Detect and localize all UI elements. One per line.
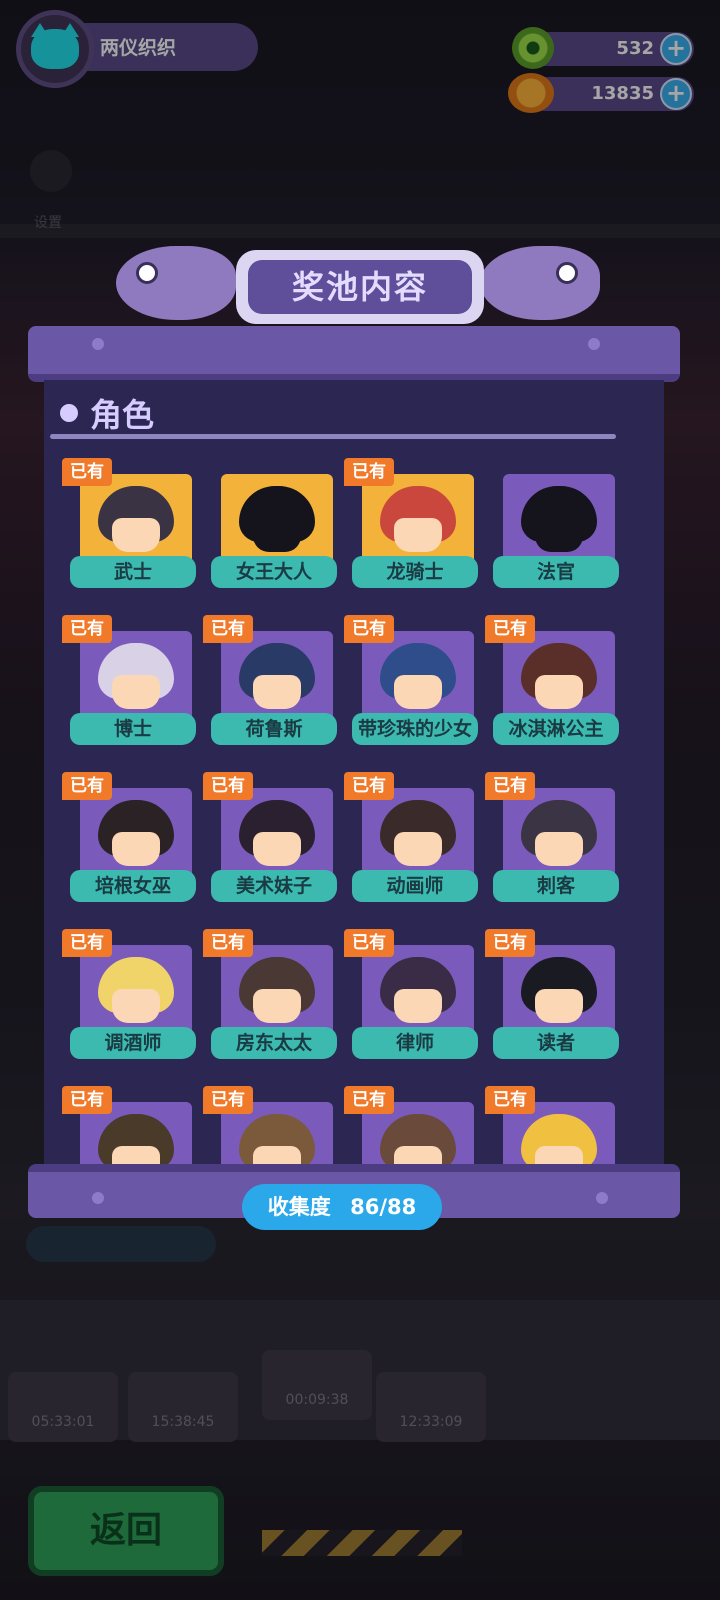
owned-badge: 已有 <box>62 458 112 486</box>
modal-title-ribbon: 奖池内容 <box>236 250 484 324</box>
character-name: 带珍珠的少女 <box>352 713 478 745</box>
character-face-icon <box>535 832 583 866</box>
section-title: 角色 <box>90 396 155 434</box>
character-face-icon <box>112 989 160 1023</box>
owned-badge: 已有 <box>62 929 112 957</box>
character-face-icon <box>535 989 583 1023</box>
fish-eye-icon <box>136 262 158 284</box>
owned-badge: 已有 <box>485 772 535 800</box>
character-face-icon <box>535 518 583 552</box>
character-card[interactable]: 培根女巫 已有 <box>62 772 196 902</box>
character-face-icon <box>253 675 301 709</box>
character-face-icon <box>253 832 301 866</box>
section-divider <box>50 434 616 439</box>
character-name: 动画师 <box>352 870 478 902</box>
owned-badge: 已有 <box>344 929 394 957</box>
character-card[interactable]: 房东太太 已有 <box>203 929 337 1059</box>
character-card[interactable]: 读者 已有 <box>485 929 619 1059</box>
character-name: 武士 <box>70 556 196 588</box>
fish-decoration-icon <box>116 246 236 320</box>
owned-badge: 已有 <box>485 929 535 957</box>
character-face-icon <box>394 832 442 866</box>
character-name: 房东太太 <box>211 1027 337 1059</box>
character-card[interactable]: 博士 已有 <box>62 615 196 745</box>
character-name: 调酒师 <box>70 1027 196 1059</box>
bolt-icon <box>92 338 104 350</box>
bolt-icon <box>596 1192 608 1204</box>
owned-badge: 已有 <box>344 615 394 643</box>
owned-badge: 已有 <box>344 458 394 486</box>
owned-badge: 已有 <box>485 1086 535 1114</box>
character-face-icon <box>394 675 442 709</box>
character-face-icon <box>112 675 160 709</box>
character-card[interactable]: 美术妹子 已有 <box>203 772 337 902</box>
owned-badge: 已有 <box>203 1086 253 1114</box>
character-card[interactable]: 调酒师 已有 <box>62 929 196 1059</box>
owned-badge: 已有 <box>344 1086 394 1114</box>
character-face-icon <box>535 675 583 709</box>
character-face-icon <box>112 518 160 552</box>
character-card[interactable]: 女王大人 <box>211 464 337 588</box>
character-face-icon <box>112 832 160 866</box>
character-card[interactable]: 冰淇淋公主 已有 <box>485 615 619 745</box>
bolt-icon <box>92 1192 104 1204</box>
character-name: 博士 <box>70 713 196 745</box>
owned-badge: 已有 <box>203 929 253 957</box>
fish-eye-icon <box>556 262 578 284</box>
character-face-icon <box>253 989 301 1023</box>
character-name: 培根女巫 <box>70 870 196 902</box>
character-card[interactable]: 动画师 已有 <box>344 772 478 902</box>
collection-label: 收集度 <box>267 1195 331 1219</box>
owned-badge: 已有 <box>203 615 253 643</box>
character-card[interactable]: 刺客 已有 <box>485 772 619 902</box>
fish-decoration-icon <box>480 246 600 320</box>
character-name: 律师 <box>352 1027 478 1059</box>
owned-badge: 已有 <box>62 615 112 643</box>
owned-badge: 已有 <box>344 772 394 800</box>
owned-badge: 已有 <box>485 615 535 643</box>
character-name: 法官 <box>493 556 619 588</box>
character-name: 冰淇淋公主 <box>493 713 619 745</box>
character-name: 读者 <box>493 1027 619 1059</box>
character-card[interactable]: 律师 已有 <box>344 929 478 1059</box>
collection-value: 86/88 <box>350 1195 417 1219</box>
character-name: 女王大人 <box>211 556 337 588</box>
character-face-icon <box>394 989 442 1023</box>
character-card[interactable]: 龙骑士 已有 <box>344 458 478 588</box>
character-card[interactable]: 带珍珠的少女 已有 <box>344 615 478 745</box>
owned-badge: 已有 <box>203 772 253 800</box>
character-name: 龙骑士 <box>352 556 478 588</box>
character-card[interactable]: 武士 已有 <box>62 458 196 588</box>
board-top-frame <box>28 326 680 382</box>
character-name: 刺客 <box>493 870 619 902</box>
section-dot-icon <box>60 404 78 422</box>
character-face-icon <box>394 518 442 552</box>
character-name: 荷鲁斯 <box>211 713 337 745</box>
modal-title: 奖池内容 <box>248 260 472 314</box>
character-name: 美术妹子 <box>211 870 337 902</box>
character-card[interactable]: 法官 <box>493 464 619 588</box>
collection-progress: 收集度 86/88 <box>242 1184 442 1230</box>
bolt-icon <box>588 338 600 350</box>
character-card[interactable]: 荷鲁斯 已有 <box>203 615 337 745</box>
prize-pool-panel[interactable]: 角色 武士 已有 女王大人 龙骑士 已有 法官 博士 已有 荷鲁斯 已有 带珍珠的少女 已有 冰淇淋公主… <box>44 380 664 1180</box>
owned-badge: 已有 <box>62 1086 112 1114</box>
character-face-icon <box>253 518 301 552</box>
owned-badge: 已有 <box>62 772 112 800</box>
